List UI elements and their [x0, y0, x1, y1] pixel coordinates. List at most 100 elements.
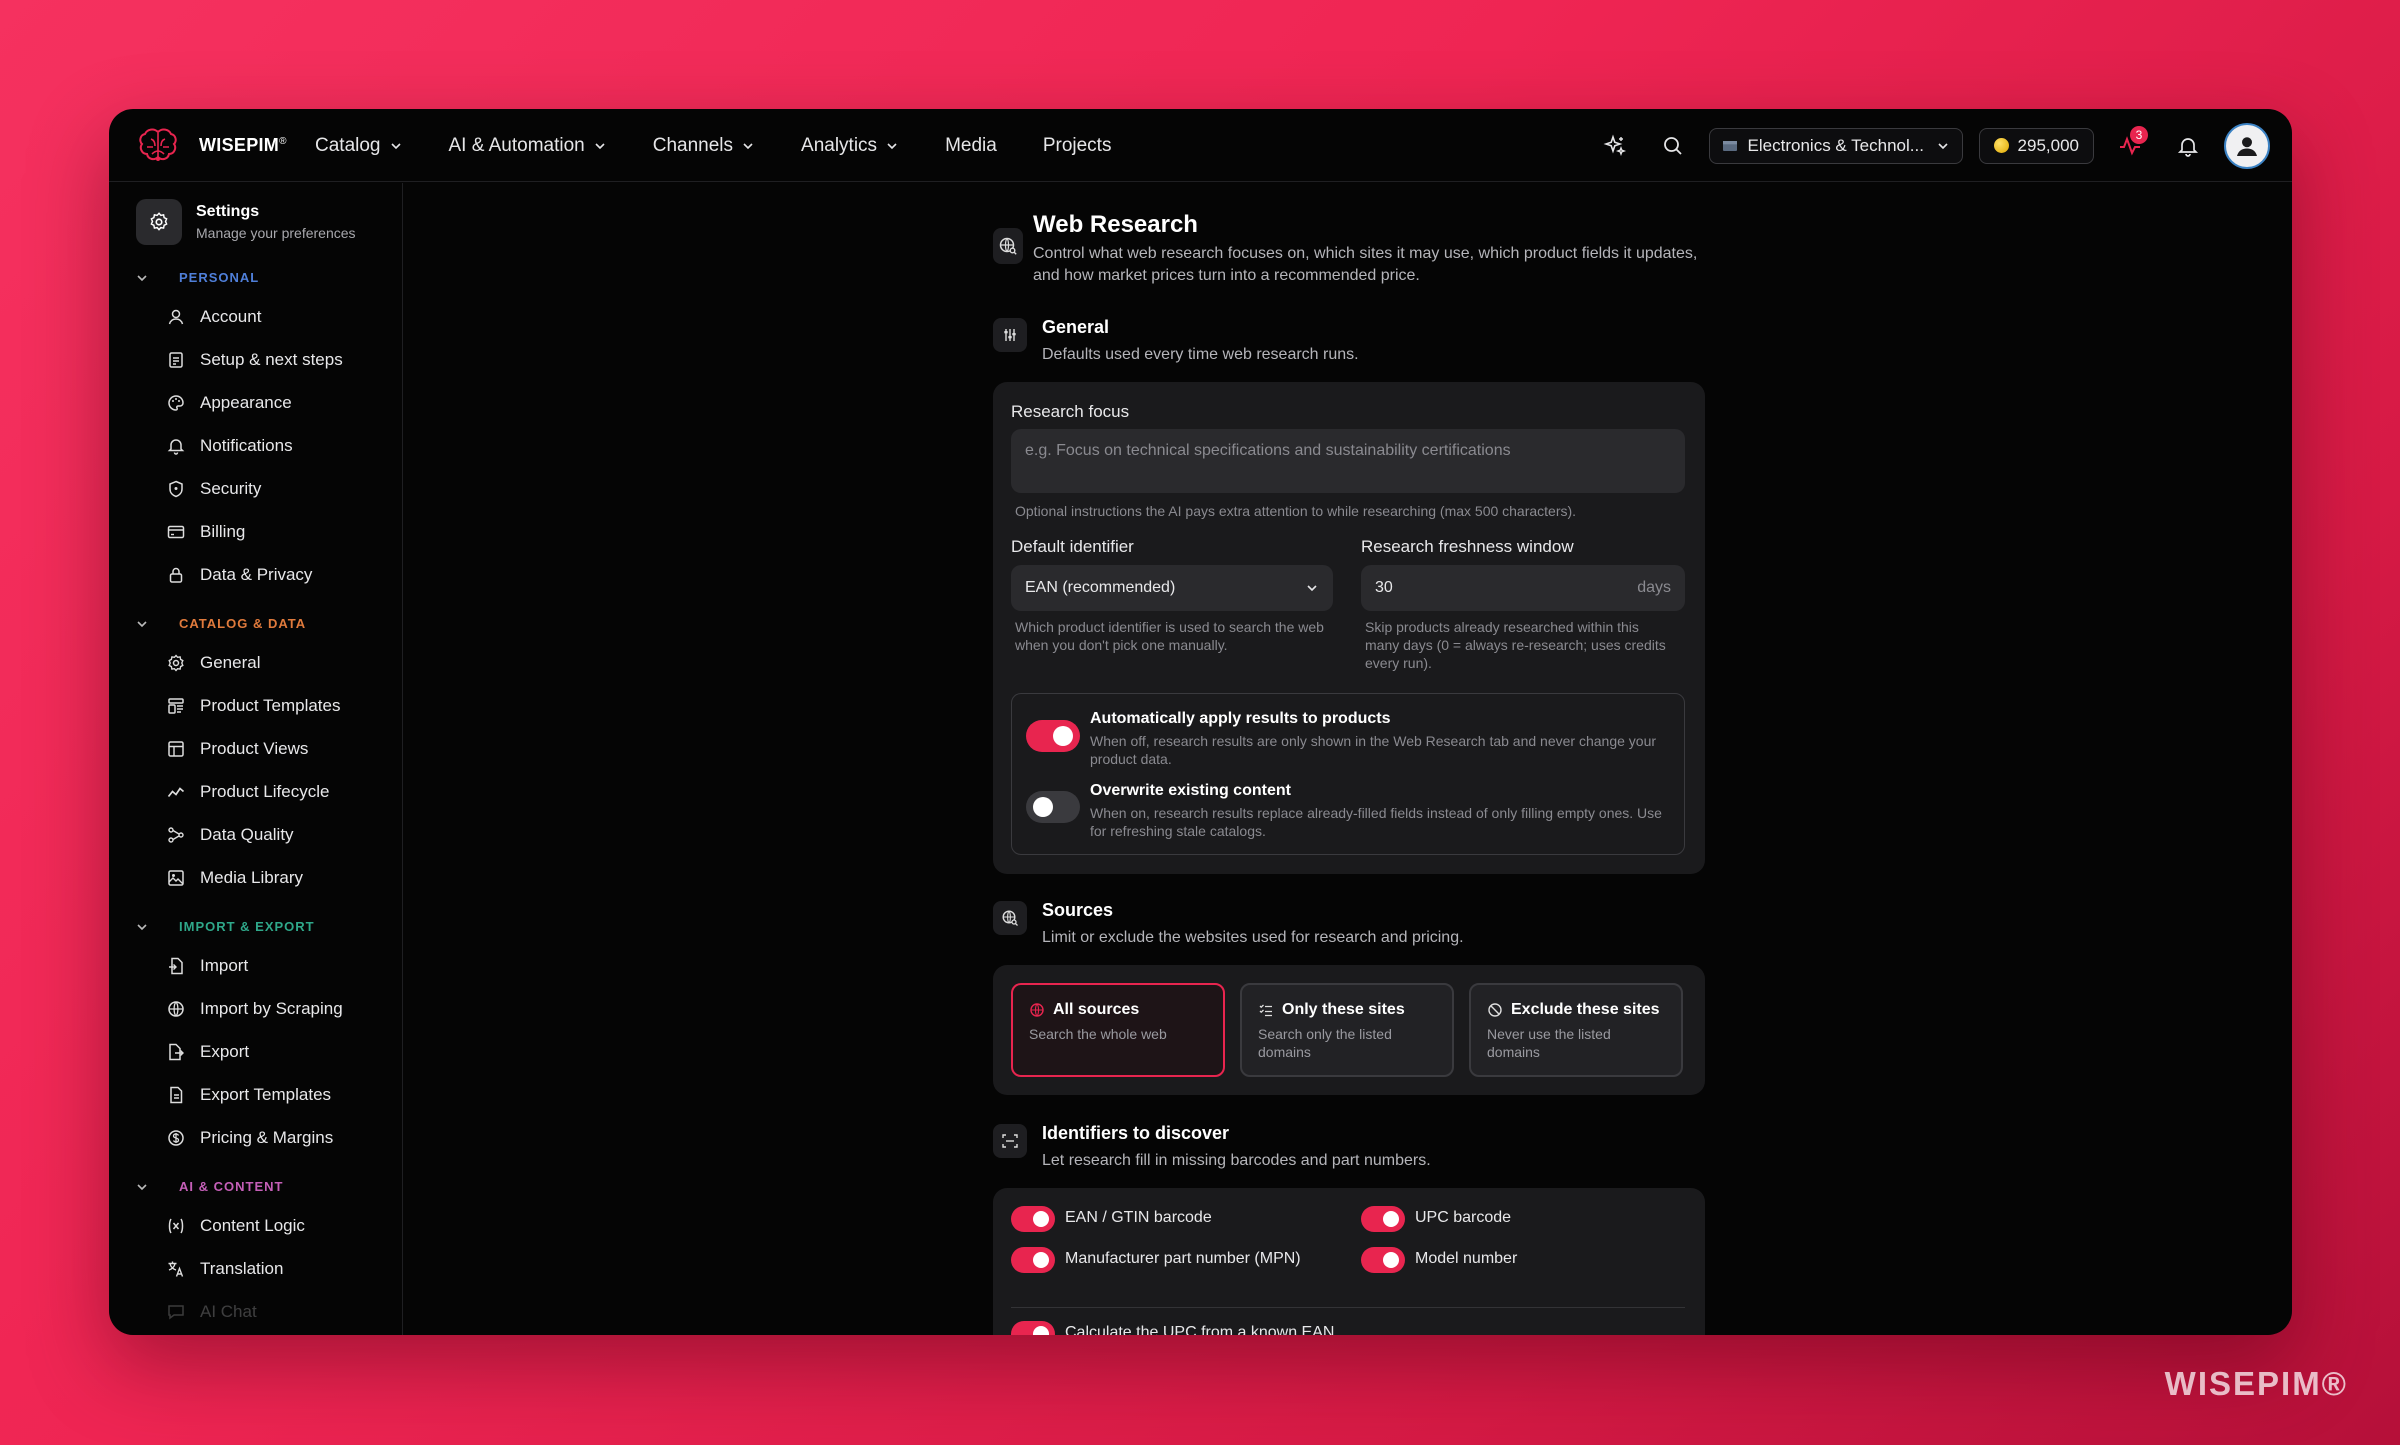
overwrite-title: Overwrite existing content — [1090, 782, 1291, 799]
sidebar-item-import[interactable]: Import — [166, 956, 248, 976]
toggle-knob — [1033, 1211, 1049, 1227]
sidebar-item-content-logic[interactable]: Content Logic — [166, 1216, 305, 1236]
credits-balance[interactable]: 295,000 — [1978, 127, 2094, 164]
settings-subtitle: Manage your preferences — [196, 225, 356, 241]
section-personal[interactable]: PERSONAL — [135, 270, 259, 285]
sidebar-item-data-quality[interactable]: Data Quality — [166, 825, 294, 845]
upc-label: UPC barcode — [1415, 1209, 1512, 1226]
activity-button[interactable]: 3 — [2108, 124, 2152, 168]
sidebar-item-export-templates[interactable]: Export Templates — [166, 1085, 331, 1105]
image-icon — [168, 870, 184, 886]
calc-upc-toggle[interactable] — [1011, 1321, 1055, 1335]
mpn-label: Manufacturer part number (MPN) — [1065, 1250, 1301, 1267]
source-option-only[interactable]: Only these sites Search only the listed … — [1240, 983, 1454, 1077]
checklist-icon — [169, 352, 183, 368]
sidebar-item-product-templates[interactable]: Product Templates — [166, 696, 340, 716]
brand-name[interactable]: WISEPIM® — [199, 135, 287, 156]
credits-value: 295,000 — [2017, 135, 2079, 155]
section-import-export[interactable]: IMPORT & EXPORT — [135, 919, 315, 934]
nav-projects[interactable]: Projects — [1043, 135, 1112, 157]
chevron-down-icon — [137, 620, 147, 627]
general-title: General — [1042, 317, 1110, 337]
search-icon — [1663, 136, 1682, 155]
brand-watermark: WISEPIM® — [2164, 1365, 2348, 1402]
bell-icon — [167, 439, 185, 455]
settings-title: Settings — [196, 203, 260, 220]
list-check-icon — [1259, 1004, 1272, 1017]
model-number-label: Model number — [1415, 1250, 1518, 1267]
globe-icon — [168, 1001, 184, 1017]
research-focus-input[interactable]: e.g. Focus on technical specifications a… — [1011, 429, 1685, 493]
chevron-down-icon — [743, 142, 753, 149]
chevron-down-icon — [887, 142, 897, 149]
general-card: Research focus e.g. Focus on technical s… — [993, 382, 1705, 874]
user-avatar[interactable] — [2224, 122, 2270, 169]
sidebar-item-translation[interactable]: Translation — [166, 1259, 283, 1279]
source-option-all[interactable]: All sources Search the whole web — [1011, 983, 1225, 1077]
sources-icon-box — [993, 901, 1027, 935]
sidebar-item-export[interactable]: Export — [166, 1042, 249, 1062]
mpn-toggle[interactable] — [1011, 1247, 1055, 1273]
toggle-knob — [1383, 1252, 1399, 1268]
default-identifier-select[interactable]: EAN (recommended) — [1011, 565, 1333, 611]
sidebar-item-security[interactable]: Security — [166, 479, 261, 499]
nav-analytics[interactable]: Analytics — [801, 135, 899, 157]
nav-ai-automation[interactable]: AI & Automation — [449, 135, 607, 157]
nav-catalog[interactable]: Catalog — [315, 135, 403, 157]
sidebar-item-notifications[interactable]: Notifications — [166, 436, 293, 456]
model-number-toggle[interactable] — [1361, 1247, 1405, 1273]
search-button[interactable] — [1651, 124, 1695, 168]
ai-assistant-button[interactable] — [1593, 124, 1637, 168]
section-catalog-data[interactable]: CATALOG & DATA — [135, 616, 306, 631]
page-title: Web Research — [1033, 211, 1198, 238]
sidebar-item-product-views[interactable]: Product Views — [166, 739, 308, 759]
freshness-window-label: Research freshness window — [1361, 537, 1574, 556]
source-option-exclude[interactable]: Exclude these sites Never use the listed… — [1469, 983, 1683, 1077]
sources-subtitle: Limit or exclude the websites used for r… — [1042, 929, 1464, 946]
user-icon — [2237, 136, 2257, 156]
file-import-icon — [169, 957, 183, 975]
sidebar-item-media-library[interactable]: Media Library — [166, 868, 303, 888]
chevron-down-icon — [1307, 585, 1317, 592]
chevron-down-icon — [137, 1183, 147, 1190]
sidebar-item-import-scraping[interactable]: Import by Scraping — [166, 999, 343, 1019]
overwrite-toggle[interactable] — [1026, 791, 1080, 823]
default-identifier-value: EAN (recommended) — [1025, 579, 1176, 596]
sidebar-item-account[interactable]: Account — [166, 307, 261, 327]
nodes-icon — [168, 827, 184, 843]
auto-apply-title: Automatically apply results to products — [1090, 710, 1391, 727]
ean-gtin-toggle[interactable] — [1011, 1206, 1055, 1232]
general-subtitle: Defaults used every time web research ru… — [1042, 346, 1359, 363]
sidebar-item-billing[interactable]: Billing — [166, 522, 245, 542]
nav-channels[interactable]: Channels — [653, 135, 755, 157]
globe-icon — [1030, 1003, 1044, 1017]
freshness-window-value: 30 — [1375, 579, 1393, 596]
section-ai-content[interactable]: AI & CONTENT — [135, 1179, 283, 1194]
channel-selector[interactable]: Electronics & Technol... — [1708, 127, 1963, 164]
globe-search-icon — [999, 237, 1017, 255]
upc-toggle[interactable] — [1361, 1206, 1405, 1232]
sidebar-item-setup[interactable]: Setup & next steps — [166, 350, 343, 370]
file-template-icon — [170, 1086, 183, 1104]
notifications-button[interactable] — [2166, 124, 2210, 168]
translate-icon — [168, 1261, 184, 1277]
auto-apply-toggle[interactable] — [1026, 720, 1080, 752]
sidebar-item-product-lifecycle[interactable]: Product Lifecycle — [166, 782, 329, 802]
freshness-window-input[interactable]: 30 days — [1361, 565, 1685, 611]
toggle-knob — [1053, 726, 1073, 746]
palette-icon — [168, 395, 184, 411]
page-description: Control what web research focuses on, wh… — [1033, 245, 1698, 285]
source-option-desc: Never use the listed domains — [1487, 1026, 1611, 1061]
sidebar-item-general[interactable]: General — [166, 653, 260, 673]
nav-media[interactable]: Media — [945, 135, 997, 157]
freshness-window-unit: days — [1637, 579, 1671, 596]
sidebar-item-appearance[interactable]: Appearance — [166, 393, 292, 413]
sidebar-item-pricing-margins[interactable]: Pricing & Margins — [166, 1128, 333, 1148]
brain-logo-icon[interactable] — [137, 126, 179, 166]
sidebar-item-data-privacy[interactable]: Data & Privacy — [166, 565, 312, 585]
research-focus-placeholder: e.g. Focus on technical specifications a… — [1025, 442, 1511, 459]
sidebar-item-ai-chat[interactable]: AI Chat — [166, 1302, 257, 1322]
chat-icon — [168, 1305, 184, 1320]
divider — [1011, 1307, 1685, 1308]
source-option-title: All sources — [1053, 1001, 1140, 1018]
